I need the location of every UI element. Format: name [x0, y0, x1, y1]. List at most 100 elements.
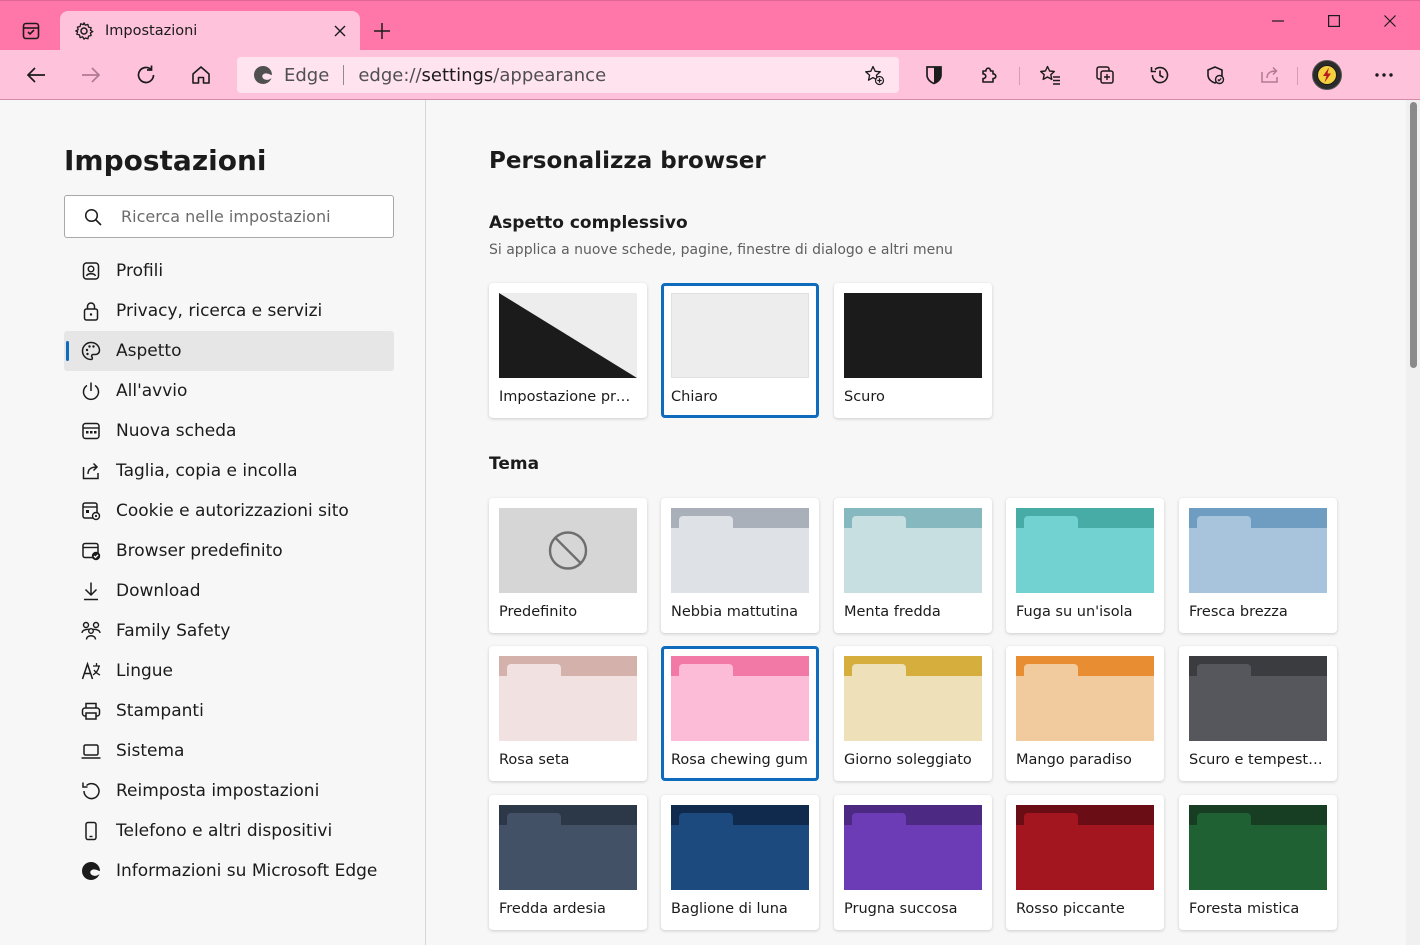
appearance-option-system[interactable]: Impostazione predefinita di sistema: [489, 283, 647, 418]
theme-preview-body: [671, 528, 809, 593]
minimize-button[interactable]: [1250, 1, 1306, 41]
phone-icon: [79, 819, 103, 843]
sidebar-item-download[interactable]: Download: [64, 571, 394, 611]
maximize-button[interactable]: [1306, 1, 1362, 41]
gear-icon: [73, 20, 95, 42]
default-browser-icon: [79, 539, 103, 563]
title-bar: Impostazioni: [0, 0, 1420, 51]
theme-preview-tab: [679, 664, 733, 684]
theme-preview-body: [499, 825, 637, 890]
theme-preview-body: [671, 825, 809, 890]
page-scrollbar[interactable]: [1406, 100, 1420, 945]
lock-icon: [79, 299, 103, 323]
appearance-option-light[interactable]: Chiaro: [661, 283, 819, 418]
theme-preview-body: [499, 676, 637, 741]
sidebar-item-label: Nuova scheda: [116, 421, 237, 441]
theme-preview: [1189, 805, 1327, 890]
refresh-button[interactable]: [128, 58, 164, 92]
theme-option[interactable]: Mango paradiso: [1006, 646, 1164, 781]
theme-option[interactable]: Nebbia mattutina: [661, 498, 819, 633]
theme-option-label: Predefinito: [499, 604, 578, 620]
sidebar-item-browser-predefinito[interactable]: Browser predefinito: [64, 531, 394, 571]
theme-preview-tab: [852, 516, 906, 536]
back-arrow-icon: [26, 67, 45, 83]
sidebar-item-aspetto[interactable]: Aspetto: [64, 331, 394, 371]
sidebar-item-informazioni[interactable]: Informazioni su Microsoft Edge: [64, 851, 394, 891]
sidebar-item-label: Taglia, copia e incolla: [116, 461, 298, 481]
collections-button[interactable]: [1087, 58, 1123, 92]
extensions-button[interactable]: [971, 58, 1007, 92]
history-button[interactable]: [1142, 58, 1178, 92]
search-box[interactable]: [64, 195, 394, 238]
theme-preview-body: [1016, 528, 1154, 593]
theme-option-label: Foresta mistica: [1189, 901, 1300, 917]
sidebar-item-privacy[interactable]: Privacy, ricerca e servizi: [64, 291, 394, 331]
address-separator: [343, 65, 345, 85]
address-bar[interactable]: Edge edge://settings/appearance: [237, 57, 899, 93]
back-button[interactable]: [18, 58, 54, 92]
scroll-thumb[interactable]: [1410, 102, 1417, 368]
sidebar-item-telefono[interactable]: Telefono e altri dispositivi: [64, 811, 394, 851]
theme-option[interactable]: Scuro e tempestoso: [1179, 646, 1337, 781]
sidebar-item-cookie[interactable]: Cookie e autorizzazioni sito: [64, 491, 394, 531]
sidebar-item-family-safety[interactable]: Family Safety: [64, 611, 394, 651]
theme-option[interactable]: Rosa chewing gum: [661, 646, 819, 781]
download-icon: [79, 579, 103, 603]
theme-preview-tab: [852, 813, 906, 833]
theme-option[interactable]: Menta fredda: [834, 498, 992, 633]
sidebar-item-sistema[interactable]: Sistema: [64, 731, 394, 771]
sidebar-item-reimposta[interactable]: Reimposta impostazioni: [64, 771, 394, 811]
theme-option[interactable]: Rosso piccante: [1006, 795, 1164, 930]
favorites-button[interactable]: [1032, 58, 1068, 92]
appearance-option-dark[interactable]: Scuro: [834, 283, 992, 418]
star-plus-icon: [865, 65, 885, 86]
add-favorite-button[interactable]: [859, 60, 889, 90]
favorites-icon: [1040, 65, 1060, 85]
theme-preview: [844, 805, 982, 890]
theme-option[interactable]: Prugna succosa: [834, 795, 992, 930]
tracking-prevention-button[interactable]: [916, 58, 952, 92]
theme-option[interactable]: Predefinito: [489, 498, 647, 633]
sidebar-item-avvio[interactable]: All'avvio: [64, 371, 394, 411]
home-button[interactable]: [183, 58, 219, 92]
theme-option[interactable]: Giorno soleggiato: [834, 646, 992, 781]
theme-preview-tab: [679, 813, 733, 833]
forward-button[interactable]: [73, 58, 109, 92]
sidebar-title: Impostazioni: [64, 144, 267, 177]
theme-option[interactable]: Rosa seta: [489, 646, 647, 781]
theme-option-label: Mango paradiso: [1016, 752, 1132, 768]
close-window-button[interactable]: [1362, 1, 1418, 41]
theme-option[interactable]: Fresca brezza: [1179, 498, 1337, 633]
profile-icon: [79, 259, 103, 283]
profile-avatar-button[interactable]: [1312, 60, 1342, 90]
theme-preview: [844, 656, 982, 741]
settings-more-button[interactable]: [1366, 58, 1402, 92]
lightning-avatar-icon: [1317, 65, 1337, 85]
url-prefix: edge://: [358, 64, 422, 86]
tab-close-button[interactable]: [326, 17, 354, 45]
close-window-icon: [1384, 15, 1396, 27]
theme-option[interactable]: Fredda ardesia: [489, 795, 647, 930]
tab-settings[interactable]: Impostazioni: [60, 11, 360, 51]
theme-option[interactable]: Foresta mistica: [1179, 795, 1337, 930]
theme-option[interactable]: Fuga su un'isola: [1006, 498, 1164, 633]
share-button[interactable]: [1252, 58, 1288, 92]
tab-actions-button[interactable]: [14, 14, 48, 48]
new-tab-button[interactable]: [368, 17, 396, 45]
theme-preview-body: [844, 676, 982, 741]
no-theme-icon: [548, 531, 588, 570]
theme-preview-body: [1189, 676, 1327, 741]
search-input[interactable]: [121, 207, 381, 226]
address-url[interactable]: edge://settings/appearance: [358, 65, 859, 86]
sidebar-item-taglia-copia[interactable]: Taglia, copia e incolla: [64, 451, 394, 491]
theme-preview: [1016, 805, 1154, 890]
theme-preview-tab: [507, 664, 561, 684]
performance-button[interactable]: [1197, 58, 1233, 92]
sidebar-item-profili[interactable]: Profili: [64, 251, 394, 291]
appearance-preview-light: [671, 293, 809, 378]
toolbar: Edge edge://settings/appearance: [0, 50, 1420, 100]
sidebar-item-stampanti[interactable]: Stampanti: [64, 691, 394, 731]
theme-option[interactable]: Baglione di luna: [661, 795, 819, 930]
sidebar-item-lingue[interactable]: Lingue: [64, 651, 394, 691]
sidebar-item-nuova-scheda[interactable]: Nuova scheda: [64, 411, 394, 451]
